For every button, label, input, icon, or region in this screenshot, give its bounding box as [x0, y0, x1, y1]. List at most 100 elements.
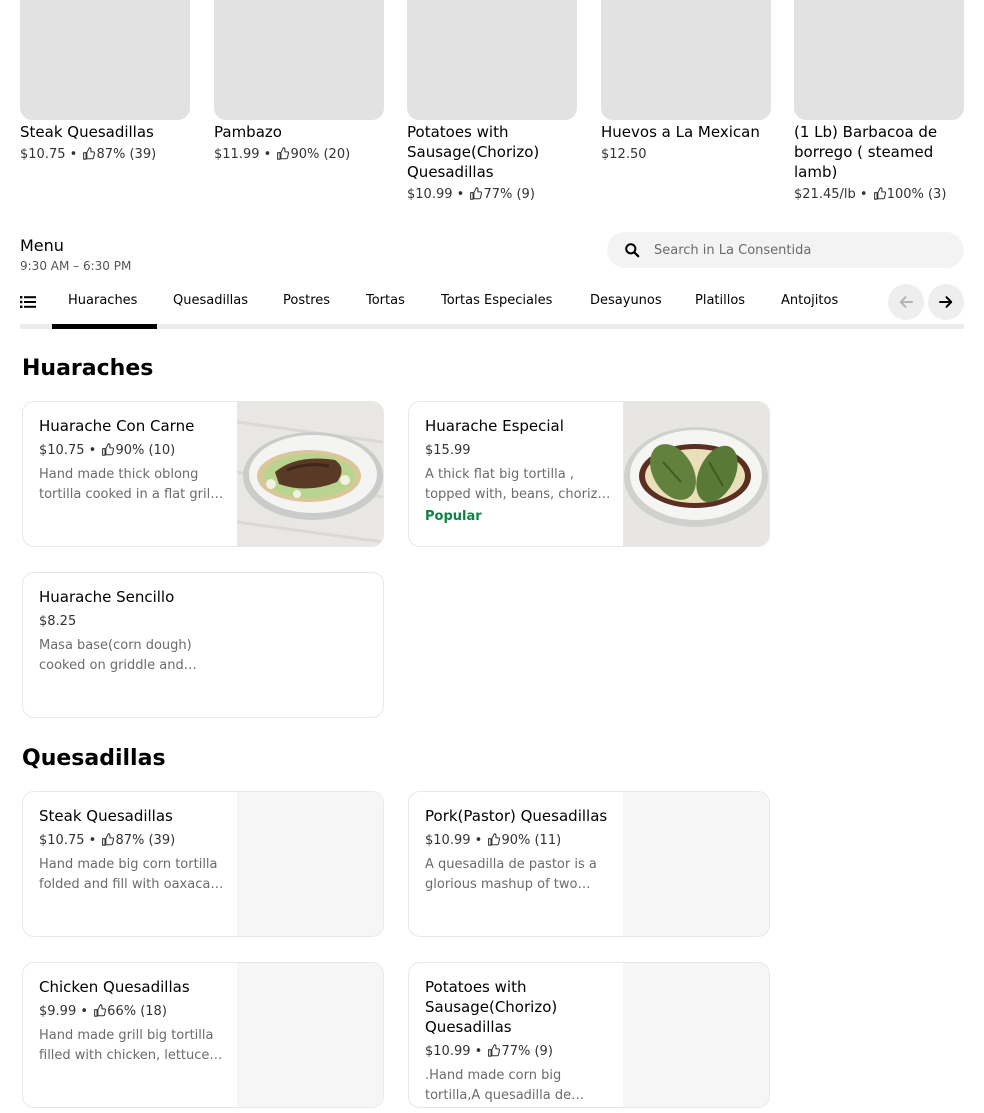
menu-item-card[interactable]: Steak Quesadillas $10.75 • 87% (39) Hand… — [22, 791, 384, 937]
menu-item-photo-placeholder — [237, 963, 383, 1107]
thumbs-up-icon — [102, 833, 115, 846]
scroll-right-button[interactable] — [928, 284, 964, 320]
separator: • — [456, 187, 465, 202]
menu-item-info: Huarache Especial $15.99 A thick flat bi… — [425, 416, 611, 527]
thumbs-up-icon — [470, 187, 483, 200]
tab-tortas-especiales[interactable]: Tortas Especiales — [441, 291, 552, 311]
menu-item-price: $9.99 — [39, 1004, 77, 1019]
featured-item-price: $21.45/lb — [794, 187, 856, 202]
separator: • — [474, 1044, 483, 1059]
featured-item[interactable]: (1 Lb) Barbacoa de borrego ( steamed lam… — [794, 0, 964, 205]
featured-item-name: (1 Lb) Barbacoa de borrego ( steamed lam… — [794, 123, 938, 181]
tab-postres[interactable]: Postres — [283, 291, 330, 311]
menu-item-rating: 87% (39) — [115, 833, 176, 848]
scroll-left-button[interactable] — [888, 284, 924, 320]
arrow-left-icon — [899, 296, 913, 308]
menu-item-name: Pork(Pastor) Quesadillas — [425, 807, 608, 825]
featured-item-price: $10.99 — [407, 187, 453, 202]
menu-item-price: $8.25 — [39, 614, 77, 629]
menu-item-card[interactable]: Huarache Con Carne $10.75 • 90% (10) Han… — [22, 401, 384, 547]
menu-item-card[interactable]: Huarache Especial $15.99 A thick flat bi… — [408, 401, 770, 547]
thumbs-up-icon — [83, 147, 96, 160]
thumbs-up-icon — [94, 1004, 107, 1017]
menu-item-info: Steak Quesadillas $10.75 • 87% (39) Hand… — [39, 806, 225, 895]
featured-item-meta: $21.45/lb • 100% (3) — [794, 185, 964, 205]
featured-item-image — [794, 0, 964, 120]
menu-item-card[interactable]: Pork(Pastor) Quesadillas $10.99 • 90% (1… — [408, 791, 770, 937]
menu-item-description: A thick flat big tortilla , topped with,… — [425, 467, 610, 502]
menu-item-description: Hand made grill big tortilla filled with… — [39, 1028, 214, 1063]
menu-item-rating: 90% (11) — [501, 833, 562, 848]
featured-item-meta: $10.75 • 87% (39) — [20, 145, 190, 165]
menu-item-photo-placeholder — [623, 963, 769, 1107]
section-title-quesadillas: Quesadillas — [22, 746, 166, 771]
menu-item-price: $15.99 — [425, 443, 471, 458]
menu-hours: 9:30 AM – 6:30 PM — [20, 259, 132, 273]
featured-item-rating: 90% (20) — [290, 147, 351, 162]
section-title-huaraches: Huaraches — [22, 356, 154, 381]
menu-item-card[interactable]: Huarache Sencillo $8.25 Masa base(corn d… — [22, 572, 384, 718]
separator: • — [474, 833, 483, 848]
arrow-right-icon — [939, 296, 953, 308]
tab-antojitos[interactable]: Antojitos — [781, 291, 838, 311]
menu-item-info: Huarache Con Carne $10.75 • 90% (10) Han… — [39, 416, 225, 505]
featured-item[interactable]: Pambazo $11.99 • 90% (20) — [214, 0, 384, 165]
menu-item-card[interactable]: Potatoes with Sausage(Chorizo) Quesadill… — [408, 962, 770, 1108]
menu-title: Menu — [20, 236, 64, 255]
menu-item-photo-placeholder — [237, 792, 383, 936]
menu-item-name: Potatoes with Sausage(Chorizo) Quesadill… — [425, 978, 558, 1036]
separator: • — [859, 187, 868, 202]
menu-item-info: Pork(Pastor) Quesadillas $10.99 • 90% (1… — [425, 806, 611, 895]
menu-item-rating: 77% (9) — [501, 1044, 553, 1059]
featured-item-rating: 100% (3) — [886, 187, 947, 202]
tab-quesadillas[interactable]: Quesadillas — [173, 291, 248, 311]
featured-item-image — [214, 0, 384, 120]
tab-desayunos[interactable]: Desayunos — [590, 291, 662, 311]
separator: • — [80, 1004, 89, 1019]
featured-item[interactable]: Potatoes with Sausage(Chorizo) Quesadill… — [407, 0, 577, 205]
featured-carousel: Steak Quesadillas $10.75 • 87% (39) Pamb… — [20, 0, 964, 210]
featured-item-name: Steak Quesadillas — [20, 123, 154, 141]
featured-item-name: Huevos a La Mexican — [601, 123, 760, 141]
search-icon — [625, 243, 640, 258]
featured-item-price: $11.99 — [214, 147, 260, 162]
menu-item-photo-placeholder — [623, 792, 769, 936]
menu-item-price: $10.99 — [425, 833, 471, 848]
menu-item-name: Huarache Con Carne — [39, 417, 195, 435]
menu-item-info: Potatoes with Sausage(Chorizo) Quesadill… — [425, 977, 611, 1106]
menu-item-name: Steak Quesadillas — [39, 807, 173, 825]
menu-item-meta: $10.99 • 77% (9) — [425, 1042, 611, 1062]
featured-item-image — [407, 0, 577, 120]
featured-item-name: Pambazo — [214, 123, 282, 141]
featured-item[interactable]: Huevos a La Mexican $12.50 — [601, 0, 771, 165]
tab-tortas[interactable]: Tortas — [366, 291, 405, 311]
featured-item-rating: 87% (39) — [96, 147, 157, 162]
featured-item[interactable]: Steak Quesadillas $10.75 • 87% (39) — [20, 0, 190, 165]
menu-item-meta: $10.99 • 90% (11) — [425, 831, 611, 851]
thumbs-up-icon — [102, 443, 115, 456]
menu-item-card[interactable]: Chicken Quesadillas $9.99 • 66% (18) Han… — [22, 962, 384, 1108]
huarache-con-carne-photo — [237, 402, 383, 546]
featured-item-price: $12.50 — [601, 147, 647, 162]
list-icon[interactable] — [20, 295, 36, 309]
tab-huaraches[interactable]: Huaraches — [68, 291, 137, 311]
menu-item-price: $10.75 — [39, 443, 85, 458]
search-input[interactable] — [654, 232, 949, 268]
featured-item-meta: $10.99 • 77% (9) — [407, 185, 577, 205]
menu-item-info: Chicken Quesadillas $9.99 • 66% (18) Han… — [39, 977, 225, 1066]
menu-item-description: Hand made big corn tortilla folded and f… — [39, 857, 218, 892]
menu-item-description: Hand made thick oblong tortilla cooked i… — [39, 467, 214, 502]
menu-item-rating: 90% (10) — [115, 443, 176, 458]
menu-item-rating: 66% (18) — [107, 1004, 167, 1019]
menu-item-meta: $10.75 • 87% (39) — [39, 831, 225, 851]
tab-platillos[interactable]: Platillos — [695, 291, 745, 311]
menu-item-description: Masa base(corn dough) cooked on griddle … — [39, 638, 192, 673]
separator: • — [69, 147, 78, 162]
menu-item-description: .Hand made corn big tortilla,A quesadill… — [425, 1068, 572, 1103]
menu-item-price: $10.75 — [39, 833, 85, 848]
search-bar[interactable] — [607, 232, 964, 268]
popular-badge: Popular — [425, 509, 482, 524]
huarache-especial-photo — [623, 402, 769, 546]
thumbs-up-icon — [488, 1044, 501, 1057]
featured-item-meta: $11.99 • 90% (20) — [214, 145, 384, 165]
